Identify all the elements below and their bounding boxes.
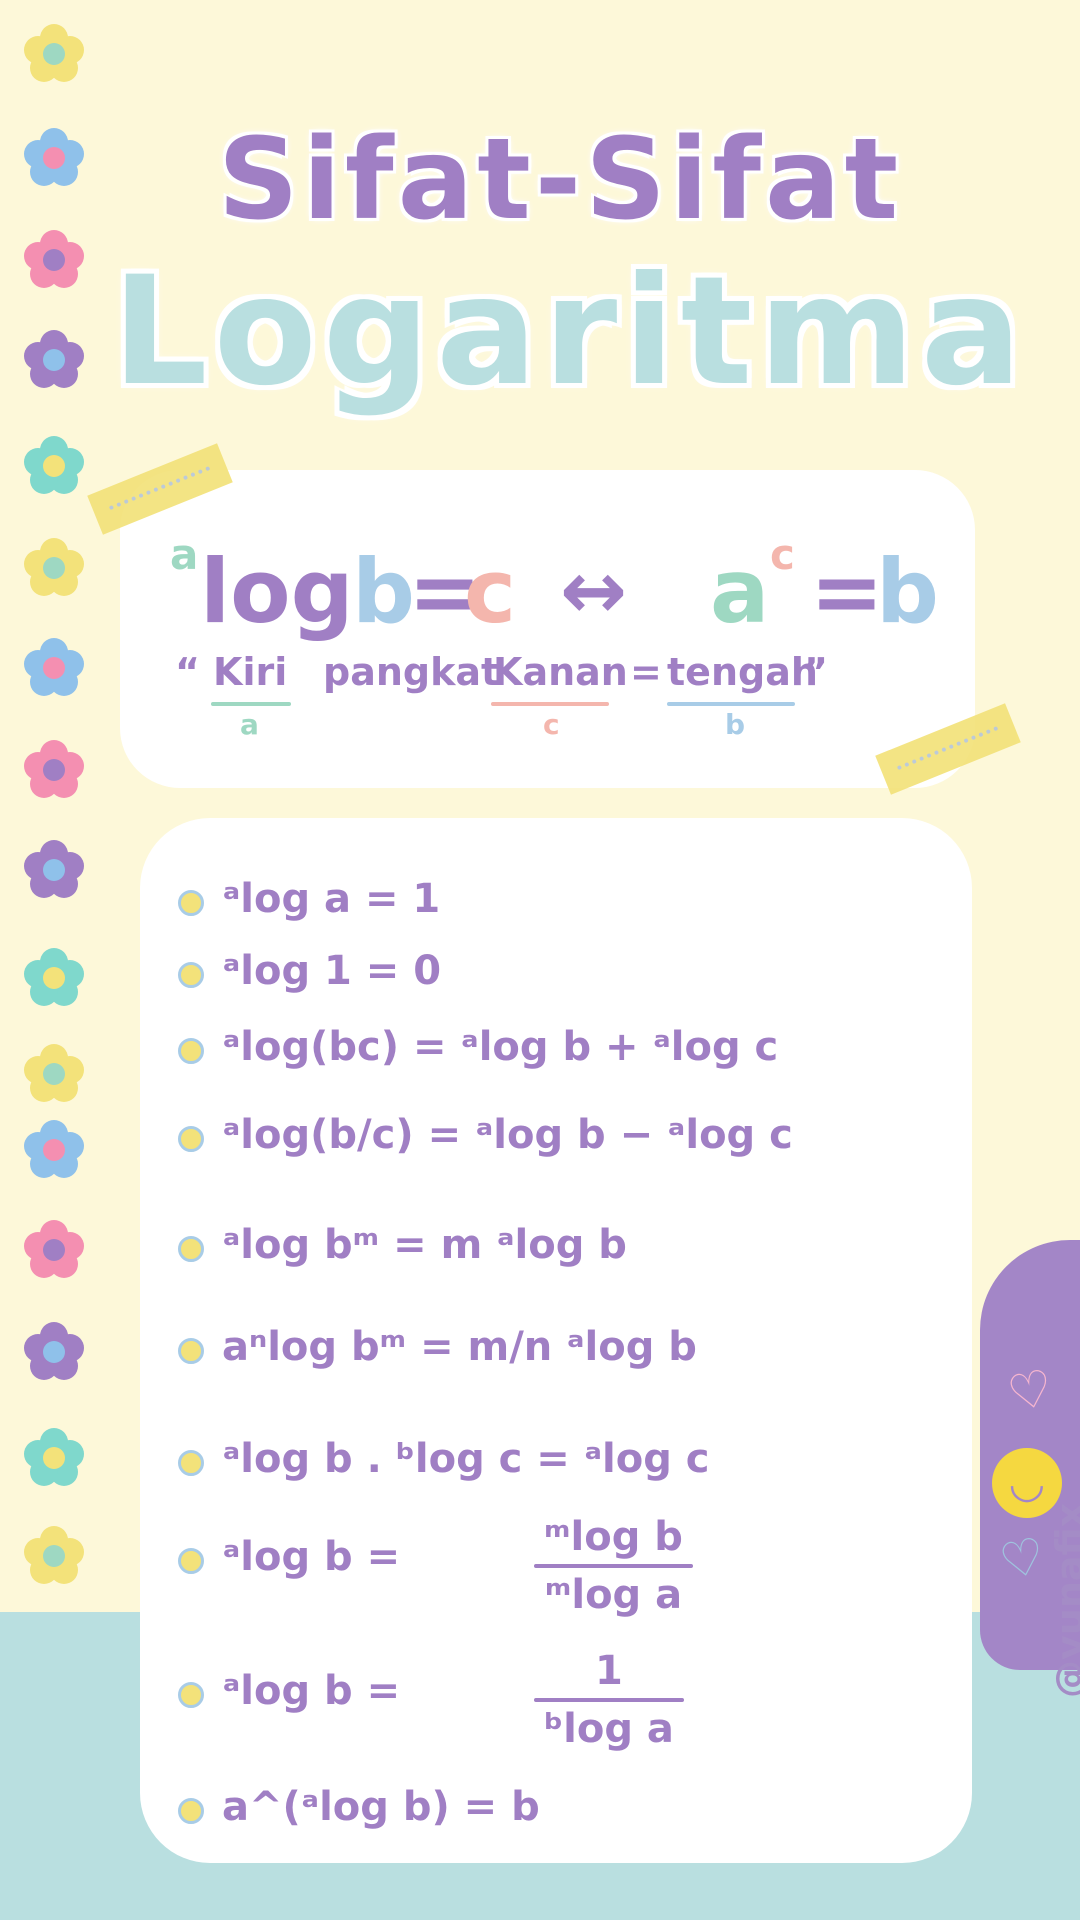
label-c: c <box>543 708 560 741</box>
label-a: a <box>240 708 259 741</box>
power-base-a: a <box>710 540 770 643</box>
star-bullet-icon <box>178 1236 204 1262</box>
word-kiri: Kiri <box>213 650 288 694</box>
author-signature: @yunafix <box>1048 1502 1080 1698</box>
property-lhs: ᵃlog b = <box>222 1534 401 1580</box>
flower-icon <box>22 636 86 700</box>
star-bullet-icon <box>178 1126 204 1152</box>
underline-kiri <box>211 702 291 706</box>
property-formula: ᵃlog 1 = 0 <box>222 948 442 994</box>
double-arrow-icon: ↔ <box>560 544 628 637</box>
property-lhs: ᵃlog b = <box>222 1668 401 1714</box>
mnemonic-rule: “ Kiri a pangkat Kanan c = tengah b ” <box>175 650 955 750</box>
exponent-c: c <box>770 530 795 579</box>
argument-b: b <box>352 540 415 643</box>
fraction-denominator: ᵐlog a <box>544 1572 683 1618</box>
property-formula: ᵃlog bᵐ = m ᵃlog b <box>222 1222 627 1268</box>
property-formula: ᵃlog b . ᵇlog c = ᵃlog c <box>222 1436 710 1482</box>
star-bullet-icon <box>178 1038 204 1064</box>
word-pangkat: pangkat <box>323 650 500 694</box>
word-tengah: tengah <box>667 650 818 694</box>
flower-icon <box>22 838 86 902</box>
flower-icon <box>22 738 86 802</box>
fraction-denominator: ᵇlog a <box>544 1706 674 1752</box>
result-c: c <box>464 540 517 643</box>
star-bullet-icon <box>178 1682 204 1708</box>
fraction-numerator: ᵐlog b <box>544 1514 683 1560</box>
flower-icon <box>22 1426 86 1490</box>
underline-tengah <box>667 702 795 706</box>
flower-icon <box>22 1042 86 1106</box>
fraction-bar <box>534 1698 684 1702</box>
fraction-bar <box>534 1564 693 1568</box>
definition-card: a log b = c ↔ a c = b “ Kiri a pangkat K… <box>120 470 975 788</box>
flower-icon <box>22 1524 86 1588</box>
power-result-b: b <box>876 540 939 643</box>
fraction-numerator: 1 <box>595 1648 623 1694</box>
word-kanan: Kanan <box>493 650 628 694</box>
star-bullet-icon <box>178 1798 204 1824</box>
star-bullet-icon <box>178 1548 204 1574</box>
property-formula: ᵃlog(b/c) = ᵃlog b − ᵃlog c <box>222 1112 793 1158</box>
property-formula: a^(ᵃlog b) = b <box>222 1784 540 1830</box>
flower-icon <box>22 1218 86 1282</box>
flower-icon <box>22 1118 86 1182</box>
star-bullet-icon <box>178 1338 204 1364</box>
star-bullet-icon <box>178 1450 204 1476</box>
flower-icon <box>22 946 86 1010</box>
underline-kanan <box>491 702 609 706</box>
flower-icon <box>22 536 86 600</box>
close-quote: ” <box>803 650 828 694</box>
fraction: 1 ᵇlog a <box>534 1648 684 1752</box>
property-formula: ᵃlog a = 1 <box>222 876 441 922</box>
log-definition: a log b = c ↔ a c = b <box>170 530 950 650</box>
flower-icon <box>22 434 86 498</box>
base-superscript: a <box>170 530 199 579</box>
log-text: log <box>200 540 354 643</box>
title-line-1: Sifat-Sifat <box>217 115 903 245</box>
star-bullet-icon <box>178 962 204 988</box>
flower-icon <box>22 1320 86 1384</box>
open-quote: “ <box>175 650 200 694</box>
flower-icon <box>22 22 86 86</box>
title-line-2: Logaritma <box>112 245 1028 419</box>
label-b: b <box>725 708 746 741</box>
equals-sign: = <box>810 540 884 643</box>
star-bullet-icon <box>178 890 204 916</box>
property-formula: ᵃlog(bc) = ᵃlog b + ᵃlog c <box>222 1024 779 1070</box>
equals-sign: = <box>630 650 662 694</box>
fraction: ᵐlog b ᵐlog a <box>534 1514 693 1618</box>
property-formula: aⁿlog bᵐ = m/n ᵃlog b <box>222 1324 697 1370</box>
